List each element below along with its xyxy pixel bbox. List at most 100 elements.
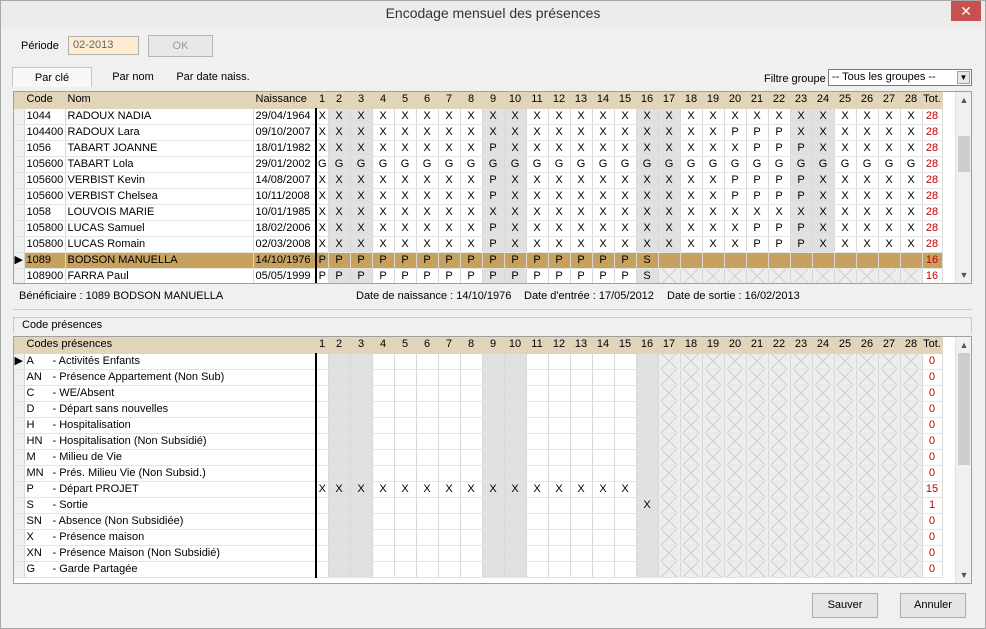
column-header-day[interactable]: 26 xyxy=(856,337,879,354)
day-cell[interactable]: X xyxy=(315,188,329,205)
day-cell[interactable] xyxy=(636,465,659,482)
day-cell[interactable] xyxy=(438,369,461,386)
cell-code[interactable]: 108900 xyxy=(24,268,66,283)
day-cell[interactable]: X xyxy=(548,188,571,205)
day-cell[interactable]: P xyxy=(526,268,549,283)
day-cell[interactable]: X xyxy=(328,481,351,498)
day-cell[interactable]: P xyxy=(350,268,373,283)
day-cell[interactable] xyxy=(328,401,351,418)
day-cell[interactable] xyxy=(856,268,879,283)
day-cell[interactable] xyxy=(372,513,395,530)
day-cell[interactable]: X xyxy=(438,172,461,189)
day-cell[interactable]: X xyxy=(416,236,439,253)
day-cell[interactable] xyxy=(482,401,505,418)
day-cell[interactable] xyxy=(504,513,527,530)
day-cell[interactable] xyxy=(834,545,857,562)
day-cell[interactable]: X xyxy=(315,108,329,125)
day-cell[interactable]: G xyxy=(416,156,439,173)
day-cell[interactable] xyxy=(812,529,835,546)
day-cell[interactable] xyxy=(460,417,483,434)
table-row[interactable]: AN - Présence Appartement (Non Sub) 0 xyxy=(14,369,943,386)
day-cell[interactable]: X xyxy=(570,204,593,221)
day-cell[interactable]: P xyxy=(416,252,439,269)
day-cell[interactable] xyxy=(790,481,813,498)
day-cell[interactable] xyxy=(834,385,857,402)
day-cell[interactable]: P xyxy=(416,268,439,283)
day-cell[interactable]: X xyxy=(570,188,593,205)
cell-name[interactable]: RADOUX Lara xyxy=(65,124,254,141)
day-cell[interactable] xyxy=(592,561,615,578)
day-cell[interactable] xyxy=(878,401,901,418)
day-cell[interactable]: G xyxy=(900,156,923,173)
day-cell[interactable] xyxy=(658,545,681,562)
cell-name[interactable]: FARRA Paul xyxy=(65,268,254,283)
day-cell[interactable]: X xyxy=(614,204,637,221)
day-cell[interactable] xyxy=(526,529,549,546)
table-row[interactable]: MN - Prés. Milieu Vie (Non Subsid.) 0 xyxy=(14,465,943,482)
day-cell[interactable]: P xyxy=(724,172,747,189)
cell-birthdate[interactable]: 10/11/2008 xyxy=(253,188,317,205)
day-cell[interactable]: S xyxy=(636,252,659,269)
day-cell[interactable]: G xyxy=(570,156,593,173)
day-cell[interactable] xyxy=(482,449,505,466)
day-cell[interactable]: X xyxy=(460,236,483,253)
day-cell[interactable] xyxy=(438,417,461,434)
day-cell[interactable] xyxy=(416,433,439,450)
day-cell[interactable] xyxy=(482,385,505,402)
day-cell[interactable]: X xyxy=(548,204,571,221)
day-cell[interactable]: X xyxy=(592,124,615,141)
day-cell[interactable]: X xyxy=(460,140,483,157)
day-cell[interactable]: X xyxy=(680,204,703,221)
day-cell[interactable] xyxy=(834,497,857,514)
table-row[interactable]: 105800 LUCAS Samuel 18/02/2006 X X X X X X X X P X X X… xyxy=(14,220,943,237)
day-cell[interactable] xyxy=(460,513,483,530)
day-cell[interactable] xyxy=(482,561,505,578)
day-cell[interactable]: X xyxy=(856,124,879,141)
cell-code-label[interactable]: XN - Présence Maison (Non Subsidié) xyxy=(24,545,317,562)
day-cell[interactable] xyxy=(856,513,879,530)
table-row[interactable]: 1058 LOUVOIS MARIE 10/01/1985 X X X X X X X X X X X X X… xyxy=(14,204,943,221)
column-header-day[interactable]: 2 xyxy=(328,337,351,354)
day-cell[interactable] xyxy=(790,433,813,450)
day-cell[interactable] xyxy=(834,369,857,386)
day-cell[interactable] xyxy=(680,401,703,418)
day-cell[interactable] xyxy=(856,529,879,546)
day-cell[interactable] xyxy=(746,385,769,402)
cell-code-label[interactable]: AN - Présence Appartement (Non Sub) xyxy=(24,369,317,386)
day-cell[interactable] xyxy=(328,417,351,434)
day-cell[interactable] xyxy=(416,529,439,546)
day-cell[interactable]: P xyxy=(592,268,615,283)
day-cell[interactable] xyxy=(680,513,703,530)
day-cell[interactable] xyxy=(790,529,813,546)
cell-code-label[interactable]: M- Milieu de Vie xyxy=(24,449,317,466)
day-cell[interactable]: P xyxy=(614,268,637,283)
day-cell[interactable] xyxy=(878,385,901,402)
day-cell[interactable] xyxy=(746,513,769,530)
day-cell[interactable] xyxy=(834,417,857,434)
day-cell[interactable] xyxy=(834,401,857,418)
day-cell[interactable] xyxy=(790,385,813,402)
column-header-day[interactable]: 18 xyxy=(680,92,703,109)
day-cell[interactable]: X xyxy=(526,140,549,157)
day-cell[interactable]: X xyxy=(592,204,615,221)
day-cell[interactable]: P xyxy=(570,252,593,269)
day-cell[interactable] xyxy=(702,417,725,434)
column-header-day[interactable]: 12 xyxy=(548,337,571,354)
day-cell[interactable]: X xyxy=(592,108,615,125)
day-cell[interactable] xyxy=(394,529,417,546)
column-header-day[interactable]: 17 xyxy=(658,337,681,354)
day-cell[interactable]: X xyxy=(548,108,571,125)
day-cell[interactable]: X xyxy=(315,140,329,157)
day-cell[interactable] xyxy=(614,401,637,418)
day-cell[interactable] xyxy=(834,513,857,530)
day-cell[interactable]: P xyxy=(768,172,791,189)
day-cell[interactable]: P xyxy=(746,172,769,189)
day-cell[interactable] xyxy=(350,529,373,546)
day-cell[interactable] xyxy=(790,268,813,283)
day-cell[interactable]: X xyxy=(658,220,681,237)
day-cell[interactable]: X xyxy=(614,124,637,141)
day-cell[interactable]: X xyxy=(614,108,637,125)
day-cell[interactable] xyxy=(460,449,483,466)
codes-scrollbar[interactable]: ▲ ▼ xyxy=(955,337,971,583)
day-cell[interactable] xyxy=(372,465,395,482)
